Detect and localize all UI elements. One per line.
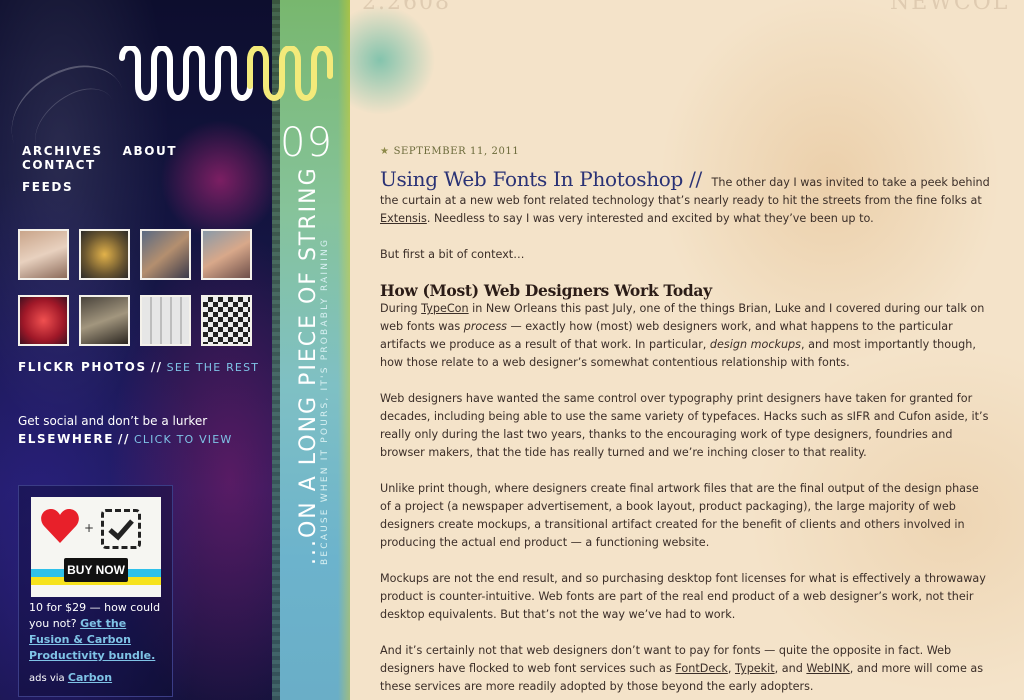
star-icon: ★ <box>380 146 390 157</box>
heart-icon <box>41 509 79 543</box>
elsewhere-heading: ELSEWHERE // CLICK TO VIEW <box>18 432 232 446</box>
elsewhere-label: ELSEWHERE <box>18 432 114 446</box>
site-tagline: ...ON A LONG PIECE OF STRING <box>296 166 321 565</box>
context-paragraph: But first a bit of context… <box>380 248 525 261</box>
extensis-link[interactable]: Extensis <box>380 212 427 225</box>
p3-em-process: process <box>463 320 507 333</box>
ads-via: ads via Carbon <box>29 671 112 684</box>
flickr-photo[interactable] <box>201 295 252 346</box>
post-title-text[interactable]: Using Web Fonts In Photoshop <box>380 167 683 191</box>
flickr-photo[interactable] <box>18 229 69 280</box>
nav-feeds[interactable]: FEEDS <box>22 180 73 194</box>
post-date-text: SEPTEMBER 11, 2011 <box>393 146 520 157</box>
flickr-photo[interactable] <box>140 295 191 346</box>
flickr-label: FLICKR PHOTOS <box>18 360 147 374</box>
see-the-rest-link[interactable]: SEE THE REST <box>167 361 260 374</box>
plus-sign: + <box>84 521 95 535</box>
nav-about[interactable]: ABOUT <box>123 144 178 158</box>
flickr-separator: // <box>150 360 163 374</box>
p3-em-mockups: design mockups <box>709 338 801 351</box>
p7-sep-2: , and <box>774 662 807 675</box>
flickr-photo[interactable] <box>201 229 252 280</box>
webink-link[interactable]: WebINK <box>806 662 849 675</box>
post-body: Using Web Fonts In Photoshop // The othe… <box>380 167 990 700</box>
ad-image[interactable]: + BUY NOW <box>31 497 161 597</box>
nav-archives[interactable]: ARCHIVES <box>22 144 103 158</box>
section-heading: How (Most) Web Designers Work Today <box>380 281 712 300</box>
social-tagline: Get social and don’t be a lurker <box>18 414 208 428</box>
flickr-photo[interactable] <box>79 295 130 346</box>
ads-via-text: ads via <box>29 673 65 684</box>
fontdeck-link[interactable]: FontDeck <box>675 662 728 675</box>
flickr-heading: FLICKR PHOTOS// SEE THE REST <box>18 360 259 374</box>
carbon-ad: + BUY NOW 10 for $29 — how could you not… <box>18 485 173 697</box>
flickr-photo[interactable] <box>18 295 69 346</box>
paragraph-6: Mockups are not the end result, and so p… <box>380 572 986 621</box>
main-content: 2.2608 NEWCOL ★ SEPTEMBER 11, 2011 Using … <box>350 0 1024 700</box>
p3-a: During <box>380 302 422 315</box>
checkbox-check-icon <box>101 509 141 549</box>
nav-contact[interactable]: CONTACT <box>22 158 96 172</box>
paragraph-4: Web designers have wanted the same contr… <box>380 392 989 459</box>
watermark-left: 2.2608 <box>362 0 451 15</box>
post-day-number: 09 <box>280 120 333 166</box>
post-title-separator: // <box>689 167 702 191</box>
elsewhere-separator: // <box>118 432 130 446</box>
buy-now-button[interactable]: BUY NOW <box>64 558 128 582</box>
carbon-link[interactable]: Carbon <box>68 671 112 684</box>
ad-text: 10 for $29 — how could you not? Get the … <box>29 600 169 664</box>
click-to-view-link[interactable]: CLICK TO VIEW <box>134 433 233 446</box>
typecon-link[interactable]: TypeCon <box>421 302 468 315</box>
main-nav: ARCHIVES ABOUT CONTACT <box>22 144 272 172</box>
p7-sep-1: , <box>727 662 735 675</box>
paragraph-5: Unlike print though, where designers cre… <box>380 482 979 549</box>
post-title[interactable]: Using Web Fonts In Photoshop // <box>380 167 708 191</box>
post-date: ★ SEPTEMBER 11, 2011 <box>380 146 519 157</box>
site-subtagline: BECAUSE WHEN IT POURS, IT'S PROBABLY RAI… <box>320 237 330 565</box>
flickr-photo[interactable] <box>79 229 130 280</box>
site-logo-wave[interactable] <box>118 46 348 106</box>
flower-glow-decoration <box>160 120 272 240</box>
watermark-right: NEWCOL <box>890 0 1010 15</box>
typekit-link[interactable]: Typekit <box>735 662 775 675</box>
flickr-photo[interactable] <box>140 229 191 280</box>
intro-text-b: . Needless to say I was very interested … <box>426 212 874 225</box>
